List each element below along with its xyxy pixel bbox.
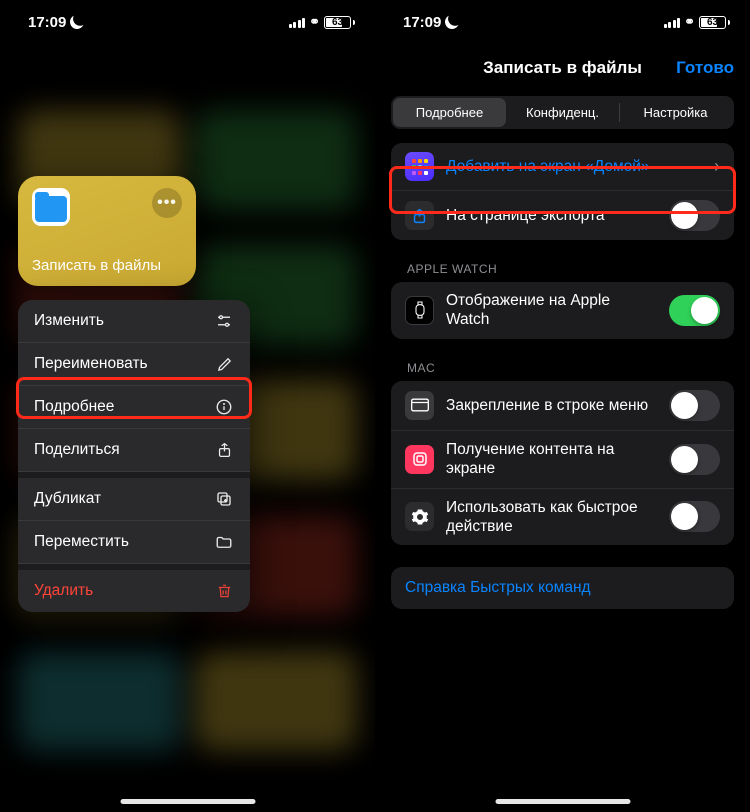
phone-left: 17:09 ⚭ 63 ••• Записать в файлы Изменить	[0, 0, 375, 812]
menu-item-move[interactable]: Переместить	[18, 521, 250, 564]
chevron-right-icon: ›	[714, 156, 720, 177]
section-header-apple-watch: Apple Watch	[375, 262, 750, 282]
do-not-disturb-icon	[443, 13, 461, 31]
battery-indicator: 63	[324, 16, 355, 29]
row-label: На странице экспорта	[446, 206, 657, 225]
list-general: Добавить на экран «Домой» › На странице …	[391, 143, 734, 240]
folder-icon	[35, 196, 67, 222]
shortcut-more-button[interactable]: •••	[152, 188, 182, 218]
toggle-apple-watch[interactable]	[669, 295, 720, 326]
menu-item-duplicate[interactable]: Дубликат	[18, 478, 250, 521]
menu-item-details[interactable]: Подробнее	[18, 386, 250, 429]
row-share-sheet[interactable]: На странице экспорта	[391, 191, 734, 240]
section-header-mac: Mac	[375, 361, 750, 381]
menu-item-label: Удалить	[34, 582, 93, 600]
segmented-control[interactable]: Подробнее Конфиденц. Настройка	[391, 96, 734, 129]
phone-right: 17:09 ⚭ 63 Записать в файлы Готово Подро…	[375, 0, 750, 812]
status-time: 17:09	[403, 14, 441, 31]
hotspot-icon: ⚭	[309, 14, 320, 30]
row-label: Использовать как быстрое действие	[446, 498, 657, 537]
sliders-icon	[214, 311, 234, 331]
row-quick-action[interactable]: Использовать как быстрое действие	[391, 489, 734, 546]
menu-item-label: Переименовать	[34, 355, 148, 373]
menu-item-delete[interactable]: Удалить	[18, 570, 250, 612]
home-screen-icon	[405, 152, 434, 181]
toggle-receive-screen[interactable]	[669, 444, 720, 475]
status-bar: 17:09 ⚭ 63	[375, 0, 750, 44]
row-receive-screen[interactable]: Получение контента на экране	[391, 431, 734, 489]
row-help[interactable]: Справка Быстрых команд	[391, 567, 734, 609]
sheet-title: Записать в файлы	[483, 58, 642, 78]
row-pin-menubar[interactable]: Закрепление в строке меню	[391, 381, 734, 431]
cellular-signal-icon	[664, 17, 681, 28]
context-menu: Изменить Переименовать Подробнее Поделит…	[18, 300, 250, 612]
tab-details[interactable]: Подробнее	[393, 98, 506, 127]
list-mac: Закрепление в строке меню Получение конт…	[391, 381, 734, 546]
shortcut-title: Записать в файлы	[32, 257, 182, 274]
share-icon	[214, 440, 234, 460]
tab-privacy[interactable]: Конфиденц.	[506, 98, 619, 127]
menubar-icon	[405, 391, 434, 420]
menu-item-label: Поделиться	[34, 441, 120, 459]
row-label: Отображение на Apple Watch	[446, 291, 657, 330]
menu-item-label: Изменить	[34, 312, 104, 330]
shortcut-app-icon	[32, 188, 70, 226]
toggle-pin-menubar[interactable]	[669, 390, 720, 421]
status-bar: 17:09 ⚭ 63	[0, 0, 375, 44]
status-time: 17:09	[28, 14, 66, 31]
menu-item-label: Переместить	[34, 533, 129, 551]
sheet-header: Записать в файлы Готово	[375, 44, 750, 90]
tab-setup[interactable]: Настройка	[619, 98, 732, 127]
share-sheet-icon	[405, 201, 434, 230]
hotspot-icon: ⚭	[684, 14, 695, 30]
list-help: Справка Быстрых команд	[391, 567, 734, 609]
row-apple-watch[interactable]: Отображение на Apple Watch	[391, 282, 734, 339]
folder-move-icon	[214, 532, 234, 552]
toggle-share-sheet[interactable]	[669, 200, 720, 231]
trash-icon	[214, 581, 234, 601]
menu-item-label: Дубликат	[34, 490, 101, 508]
home-indicator[interactable]	[495, 799, 630, 804]
pencil-icon	[214, 354, 234, 374]
row-add-to-home[interactable]: Добавить на экран «Домой» ›	[391, 143, 734, 191]
shortcut-card[interactable]: ••• Записать в файлы	[18, 176, 196, 286]
menu-item-edit[interactable]: Изменить	[18, 300, 250, 343]
row-label: Добавить на экран «Домой»	[446, 157, 702, 176]
row-label: Справка Быстрых команд	[405, 579, 591, 596]
done-button[interactable]: Готово	[676, 58, 734, 78]
cellular-signal-icon	[289, 17, 306, 28]
menu-item-rename[interactable]: Переименовать	[18, 343, 250, 386]
battery-indicator: 63	[699, 16, 730, 29]
screen-content-icon	[405, 445, 434, 474]
menu-item-share[interactable]: Поделиться	[18, 429, 250, 472]
menu-item-label: Подробнее	[34, 398, 114, 416]
apple-watch-icon	[405, 296, 434, 325]
list-apple-watch: Отображение на Apple Watch	[391, 282, 734, 339]
gear-icon	[405, 502, 434, 531]
row-label: Получение контента на экране	[446, 440, 657, 479]
home-indicator[interactable]	[120, 799, 255, 804]
toggle-quick-action[interactable]	[669, 501, 720, 532]
info-circle-icon	[214, 397, 234, 417]
row-label: Закрепление в строке меню	[446, 396, 657, 415]
duplicate-icon	[214, 489, 234, 509]
do-not-disturb-icon	[68, 13, 86, 31]
